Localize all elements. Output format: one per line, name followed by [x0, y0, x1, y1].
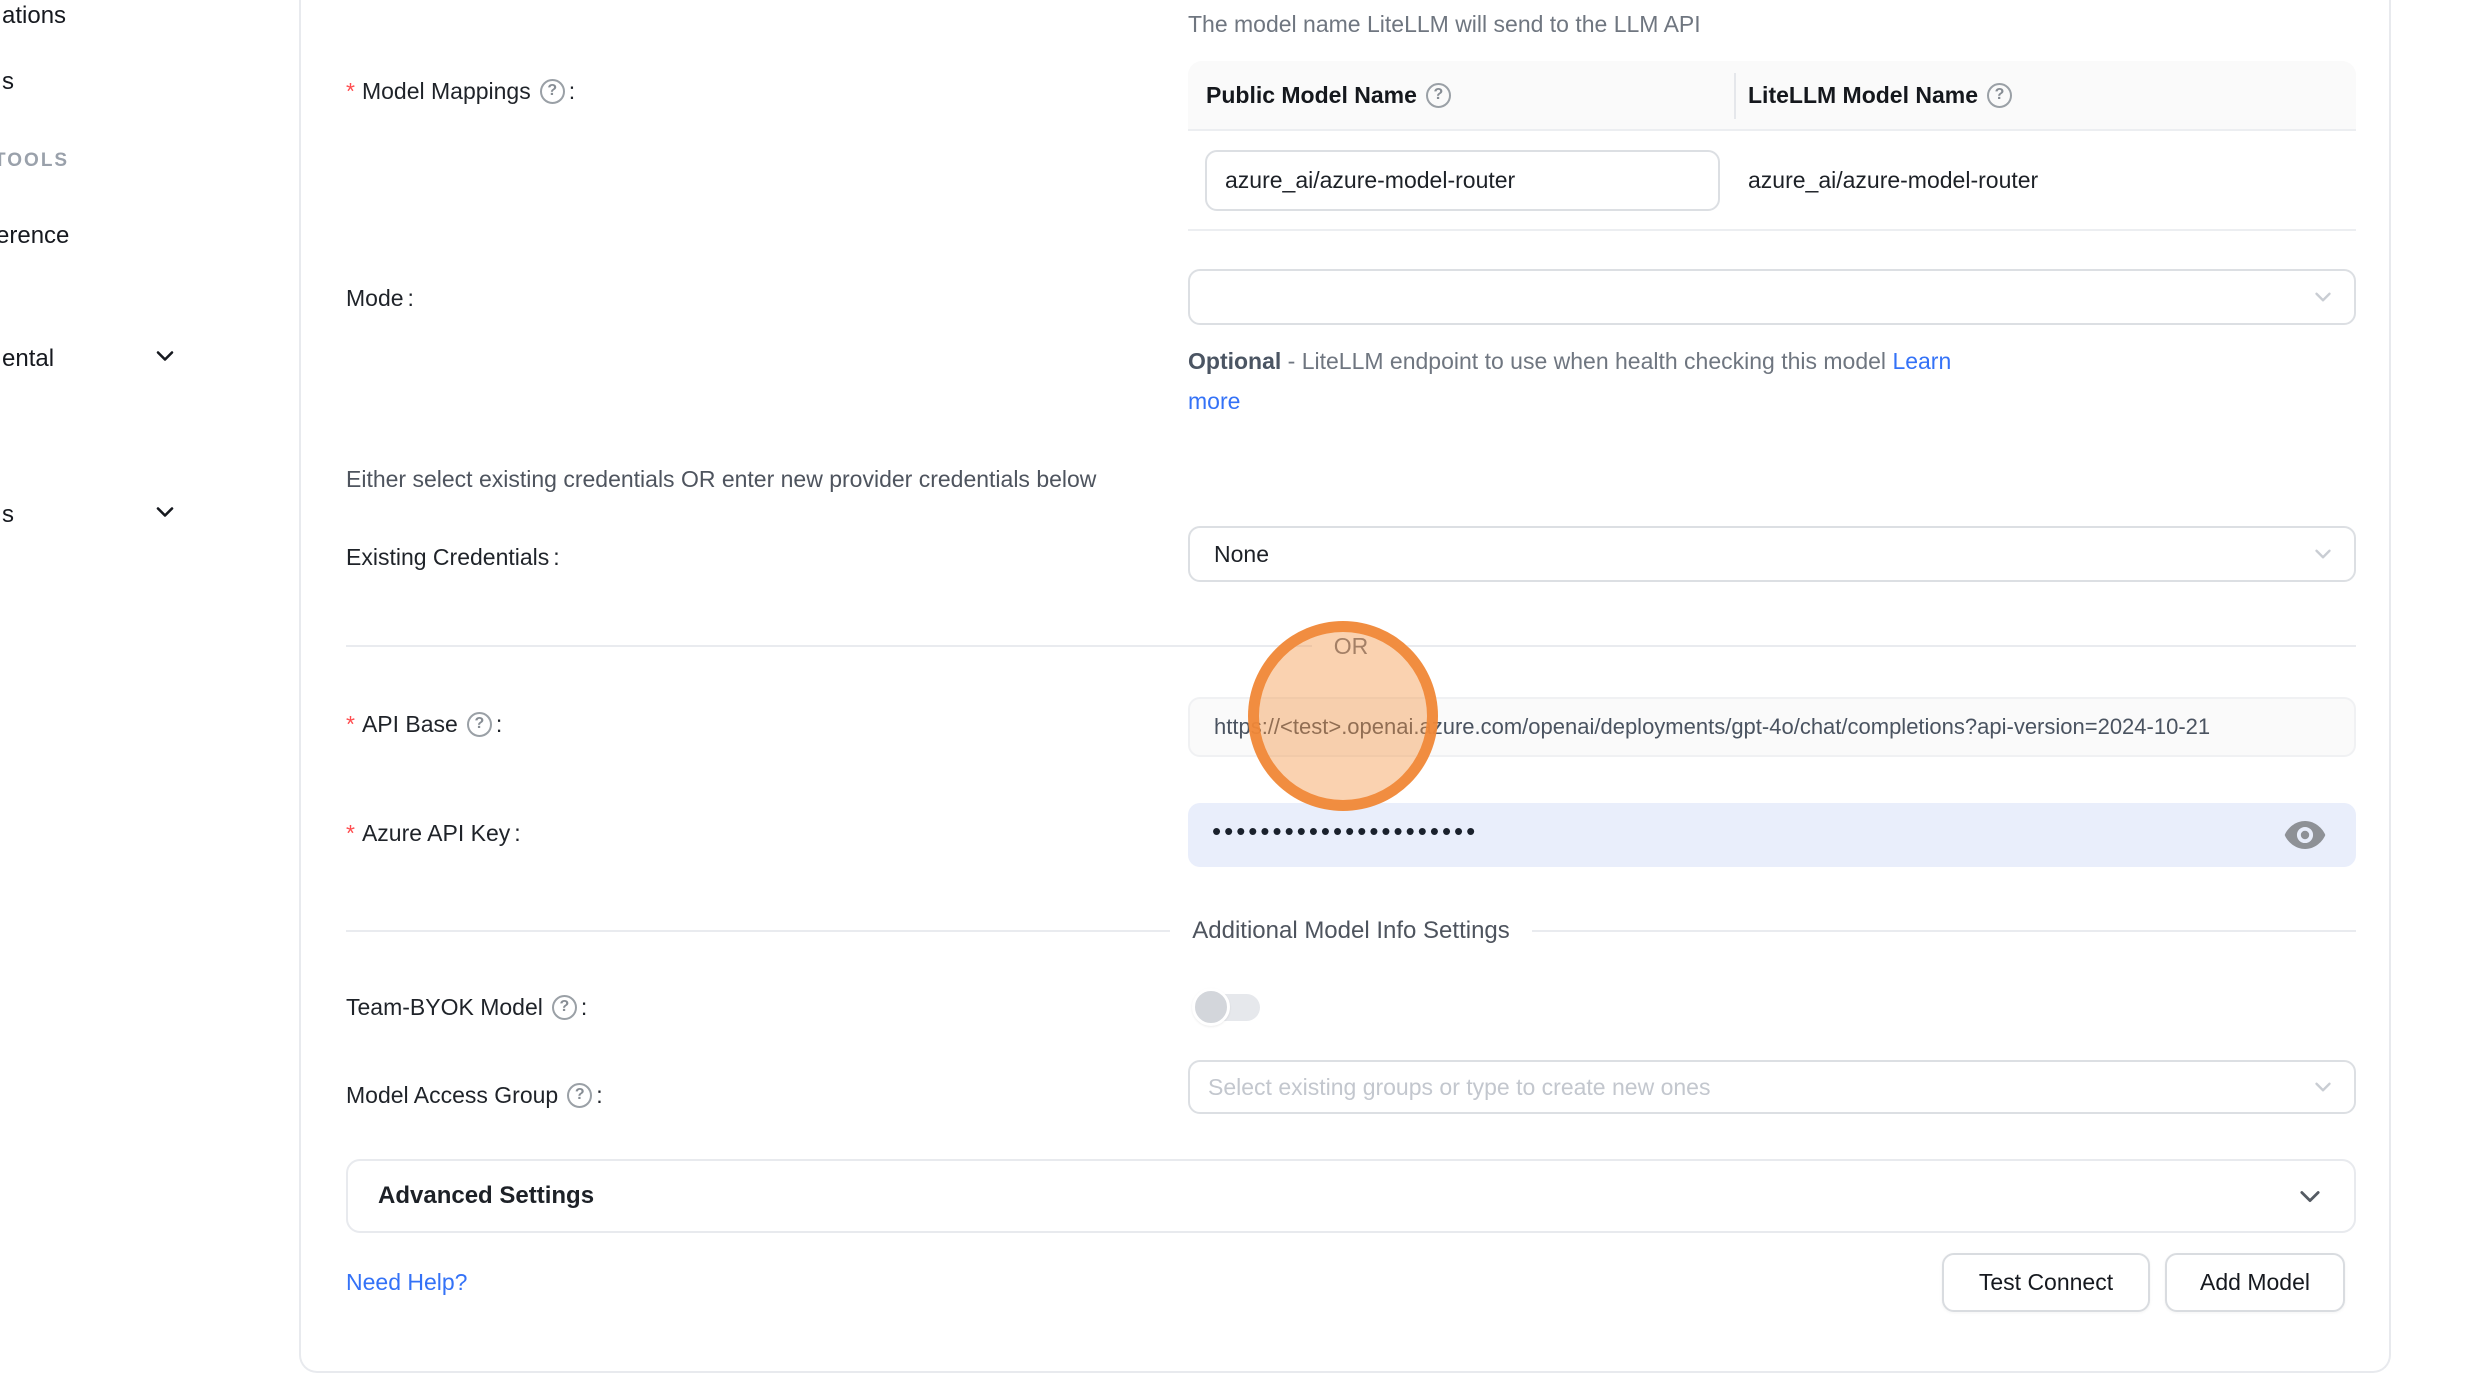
help-question-icon[interactable]: ?: [552, 995, 577, 1020]
mode-label: Mode :: [346, 283, 414, 313]
litellm-model-name-value: azure_ai/azure-model-router: [1748, 167, 2038, 194]
click-highlight-circle: [1248, 621, 1438, 811]
public-model-name-input[interactable]: azure_ai/azure-model-router: [1205, 150, 1720, 211]
table-row: azure_ai/azure-model-router azure_ai/azu…: [1188, 131, 2356, 231]
credentials-note: Either select existing credentials OR en…: [346, 466, 1096, 493]
additional-info-divider: Additional Model Info Settings: [346, 916, 2356, 946]
advanced-settings-panel[interactable]: Advanced Settings: [346, 1159, 2356, 1233]
sidebar-item-5[interactable]: s: [2, 501, 14, 529]
required-asterisk: *: [346, 78, 355, 105]
column-divider: [1734, 73, 1736, 119]
team-byok-toggle[interactable]: [1188, 988, 1268, 1028]
chevron-down-icon: [2310, 284, 2336, 310]
help-question-icon[interactable]: ?: [1987, 83, 2012, 108]
sidebar-item-label: ations: [2, 2, 66, 30]
model-mappings-label: * Model Mappings ? :: [346, 76, 575, 106]
help-question-icon[interactable]: ?: [467, 712, 492, 737]
chevron-down-icon[interactable]: [153, 344, 177, 368]
learn-more-link[interactable]: Learn: [1892, 348, 1951, 374]
mode-helper-line2: more: [1188, 388, 1240, 415]
add-model-button[interactable]: Add Model: [2165, 1253, 2345, 1312]
api-base-label: * API Base ? :: [346, 709, 502, 739]
model-access-group-label: Model Access Group ? :: [346, 1080, 603, 1110]
azure-api-key-input[interactable]: ••••••••••••••••••••••: [1188, 803, 2356, 867]
sidebar-section-tools: TOOLS: [0, 150, 69, 172]
additional-info-divider-text: Additional Model Info Settings: [1170, 917, 1532, 945]
sidebar-item-3[interactable]: erence: [0, 222, 69, 250]
required-asterisk: *: [346, 711, 355, 738]
team-byok-label: Team-BYOK Model ? :: [346, 992, 587, 1022]
help-question-icon[interactable]: ?: [567, 1083, 592, 1108]
sidebar-item-label: s: [2, 501, 14, 529]
advanced-settings-title: Advanced Settings: [378, 1182, 594, 1210]
column-header-public-model-name: Public Model Name ?: [1188, 82, 1734, 109]
existing-credentials-label: Existing Credentials :: [346, 542, 560, 572]
litellm-add-model-screen: ations s TOOLS erence ental s The model …: [0, 0, 2477, 1385]
model-mappings-table: Public Model Name ? LiteLLM Model Name ?…: [1188, 61, 2356, 231]
test-connect-button[interactable]: Test Connect: [1942, 1253, 2150, 1312]
mode-helper-line1: Optional - LiteLLM endpoint to use when …: [1188, 348, 1951, 375]
required-asterisk: *: [346, 820, 355, 847]
sidebar-item-label: ental: [2, 345, 54, 373]
eye-icon[interactable]: [2284, 819, 2326, 851]
sidebar-item-1[interactable]: s: [2, 68, 14, 96]
model-access-group-select[interactable]: Select existing groups or type to create…: [1188, 1060, 2356, 1114]
sidebar: ations s TOOLS erence ental s: [0, 0, 299, 1385]
chevron-down-icon: [2310, 541, 2336, 567]
learn-more-link[interactable]: more: [1188, 388, 1240, 414]
sidebar-item-0[interactable]: ations: [2, 2, 66, 30]
chevron-down-icon[interactable]: [153, 500, 177, 524]
toggle-knob: [1192, 988, 1230, 1026]
column-header-litellm-model-name: LiteLLM Model Name ?: [1734, 82, 2356, 109]
help-question-icon[interactable]: ?: [540, 79, 565, 104]
sidebar-item-label: s: [2, 68, 14, 96]
existing-credentials-select[interactable]: None: [1188, 526, 2356, 582]
select-placeholder: Select existing groups or type to create…: [1208, 1074, 1710, 1101]
mode-select[interactable]: [1188, 269, 2356, 325]
sidebar-item-label: erence: [0, 222, 69, 250]
table-header-row: Public Model Name ? LiteLLM Model Name ?: [1188, 61, 2356, 131]
azure-api-key-label: * Azure API Key :: [346, 818, 521, 848]
model-name-helper-text: The model name LiteLLM will send to the …: [1188, 11, 1701, 38]
chevron-down-icon: [2296, 1182, 2324, 1210]
help-question-icon[interactable]: ?: [1426, 83, 1451, 108]
chevron-down-icon: [2310, 1074, 2336, 1100]
masked-password-value: ••••••••••••••••••••••: [1212, 818, 1478, 844]
need-help-link[interactable]: Need Help?: [346, 1269, 467, 1296]
sidebar-item-4[interactable]: ental: [2, 345, 54, 373]
